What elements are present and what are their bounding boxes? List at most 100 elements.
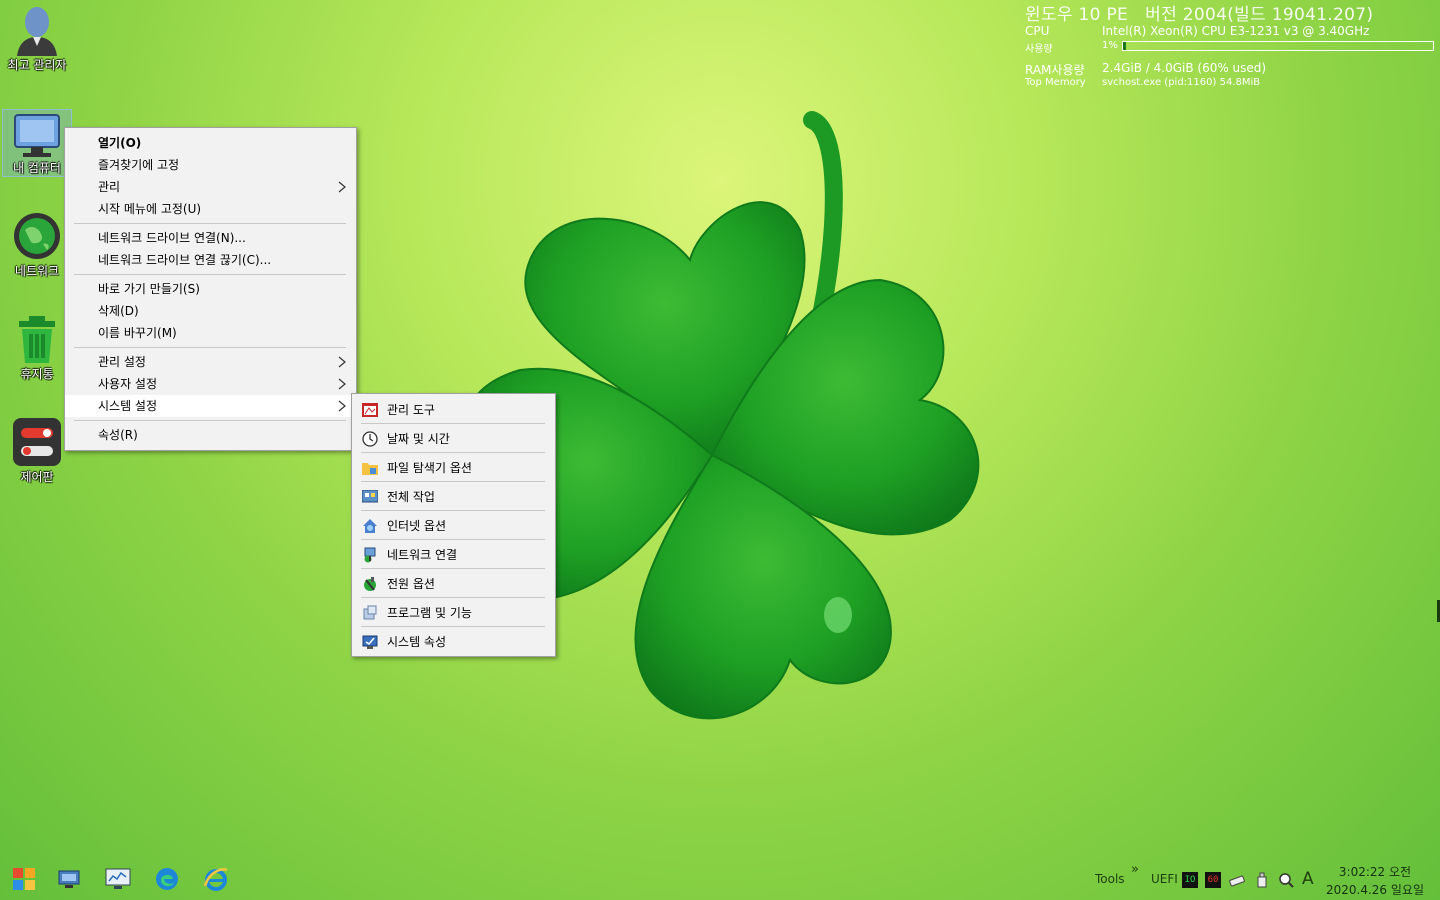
clock-icon	[361, 430, 379, 447]
search-magnifier-icon[interactable]	[1278, 872, 1294, 888]
menu-separator	[74, 347, 346, 348]
menu-separator	[361, 452, 545, 453]
menu-item-label: 관리	[98, 180, 121, 194]
all-tasks-icon	[361, 489, 379, 505]
desktop-icon-label: 제어판	[20, 470, 54, 484]
desktop-icon-label: 휴지통	[20, 367, 54, 381]
desktop-icon-label: 최고 관리자	[7, 58, 67, 72]
clock-date: 2020.4.26 일요일	[1325, 883, 1424, 897]
submenu-item-internet-options[interactable]: 인터넷 옵션	[352, 512, 555, 539]
desktop-icon-label: 내 컴퓨터	[13, 161, 61, 175]
desktop-icon-recycle-bin[interactable]: 휴지통	[2, 313, 72, 385]
desktop-icon-label: 네트워크	[14, 264, 60, 278]
taskbar-clock[interactable]: 3:02:22 오전 2020.4.26 일요일	[1320, 863, 1430, 899]
desktop-icon-my-computer[interactable]: 내 컴퓨터	[2, 109, 72, 177]
menu-item-create-shortcut[interactable]: 바로 가기 만들기(S)	[65, 278, 356, 300]
menu-item-admin-settings[interactable]: 관리 설정	[65, 351, 356, 373]
submenu-item-label: 네트워크 연결	[387, 548, 458, 562]
chevron-right-icon	[338, 351, 346, 373]
submenu-item-label: 인터넷 옵션	[387, 519, 447, 533]
menu-item-label: 관리 설정	[98, 355, 146, 369]
ram-value: 2.4GiB / 4.0GiB (60% used)	[1102, 61, 1267, 75]
network-monitor-icon	[57, 867, 81, 895]
submenu-item-date-time[interactable]: 날짜 및 시간	[352, 425, 555, 452]
menu-item-map-network-drive[interactable]: 네트워크 드라이브 연결(N)...	[65, 227, 356, 249]
taskbar-network-monitor-button[interactable]	[52, 864, 86, 898]
submenu-item-programs-features[interactable]: 프로그램 및 기능	[352, 599, 555, 626]
menu-separator	[361, 597, 545, 598]
submenu-item-label: 관리 도구	[387, 403, 435, 417]
submenu-item-admin-tools[interactable]: 관리 도구	[352, 396, 555, 423]
menu-item-user-settings[interactable]: 사용자 설정	[65, 373, 356, 395]
menu-item-pin-favorites[interactable]: 즐겨찾기에 고정	[65, 154, 356, 176]
top-memory-label: Top Memory	[1025, 77, 1086, 88]
tray-overflow-chevron-icon[interactable]: »	[1131, 862, 1139, 877]
internet-options-icon	[361, 518, 379, 534]
submenu-item-label: 시스템 속성	[387, 635, 447, 649]
power-options-icon	[361, 576, 379, 592]
submenu-item-all-tasks[interactable]: 전체 작업	[352, 483, 555, 510]
cpu-usage-bar-fill	[1123, 42, 1127, 50]
desktop-icon-control-panel[interactable]: 제어판	[2, 416, 72, 488]
menu-item-rename[interactable]: 이름 바꾸기(M)	[65, 322, 356, 344]
menu-item-properties[interactable]: 속성(R)	[65, 424, 356, 446]
taskbar-edge-button[interactable]	[150, 864, 184, 898]
submenu-item-system-properties[interactable]: 시스템 속성	[352, 628, 555, 655]
menu-item-delete[interactable]: 삭제(D)	[65, 300, 356, 322]
io-indicator-icon[interactable]: IO	[1182, 872, 1198, 888]
menu-item-system-settings[interactable]: 시스템 설정	[65, 395, 356, 417]
admin-tools-icon	[361, 402, 379, 418]
submenu-item-label: 프로그램 및 기능	[387, 606, 472, 620]
system-properties-icon	[361, 634, 379, 650]
start-button[interactable]	[7, 864, 41, 898]
desktop-icon-admin[interactable]: 최고 관리자	[2, 4, 72, 76]
submenu-item-label: 파일 탐색기 옵션	[387, 461, 472, 475]
my-computer-icon	[11, 110, 63, 159]
ime-language-icon[interactable]: A	[1302, 869, 1314, 889]
chevron-right-icon	[338, 373, 346, 395]
menu-item-manage[interactable]: 관리	[65, 176, 356, 198]
context-menu: 열기(O) 즐겨찾기에 고정 관리 시작 메뉴에 고정(U) 네트워크 드라이브…	[64, 127, 357, 451]
chevron-right-icon	[338, 176, 346, 198]
menu-separator	[361, 510, 545, 511]
menu-separator	[361, 539, 545, 540]
menu-separator	[361, 568, 545, 569]
menu-item-open[interactable]: 열기(O)	[65, 132, 356, 154]
menu-separator	[74, 420, 346, 421]
tray-uefi-label: UEFI	[1151, 872, 1178, 886]
usb-drive-icon[interactable]	[1254, 872, 1270, 888]
performance-monitor-icon	[105, 867, 131, 895]
system-settings-submenu: 관리 도구 날짜 및 시간 파일 탐색기 옵션 전체 작업 인터넷 옵션 네트워…	[351, 393, 556, 657]
cpu-usage-value: 1%	[1102, 40, 1118, 51]
cpu-label: CPU	[1025, 24, 1050, 38]
submenu-item-network-connections[interactable]: 네트워크 연결	[352, 541, 555, 568]
clock-time: 3:02:22 오전	[1338, 865, 1412, 879]
submenu-item-label: 전원 옵션	[387, 577, 435, 591]
tray-tools-label[interactable]: Tools	[1095, 872, 1125, 886]
desktop-icon-network[interactable]: 네트워크	[2, 210, 72, 282]
control-panel-icon	[11, 416, 63, 468]
edge-icon	[154, 866, 180, 896]
cpu-value: Intel(R) Xeon(R) CPU E3-1231 v3 @ 3.40GH…	[1102, 24, 1370, 38]
submenu-item-folder-options[interactable]: 파일 탐색기 옵션	[352, 454, 555, 481]
menu-item-label: 시스템 설정	[98, 399, 158, 413]
admin-user-icon	[11, 4, 63, 56]
ram-label: RAM사용량	[1025, 63, 1085, 77]
menu-item-disconnect-network-drive[interactable]: 네트워크 드라이브 연결 끊기(C)...	[65, 249, 356, 271]
menu-item-pin-start[interactable]: 시작 메뉴에 고정(U)	[65, 198, 356, 220]
menu-separator	[361, 423, 545, 424]
programs-features-icon	[361, 605, 379, 621]
taskbar-internet-explorer-button[interactable]	[199, 864, 233, 898]
taskbar-performance-monitor-button[interactable]	[101, 864, 135, 898]
cpu-usage-label: 사용량	[1025, 44, 1053, 55]
submenu-item-power-options[interactable]: 전원 옵션	[352, 570, 555, 597]
submenu-item-label: 날짜 및 시간	[387, 432, 450, 446]
os-version-title: 윈도우 10 PE 버전 2004(빌드 19041.207)	[1025, 5, 1374, 25]
cpu-indicator-icon[interactable]: 60	[1205, 872, 1221, 888]
menu-separator	[361, 626, 545, 627]
folder-options-icon	[361, 460, 379, 476]
network-connections-icon	[361, 547, 379, 563]
top-memory-value: svchost.exe (pid:1160) 54.8MiB	[1102, 77, 1261, 88]
network-tray-icon[interactable]	[1229, 872, 1245, 888]
start-icon	[10, 865, 38, 897]
